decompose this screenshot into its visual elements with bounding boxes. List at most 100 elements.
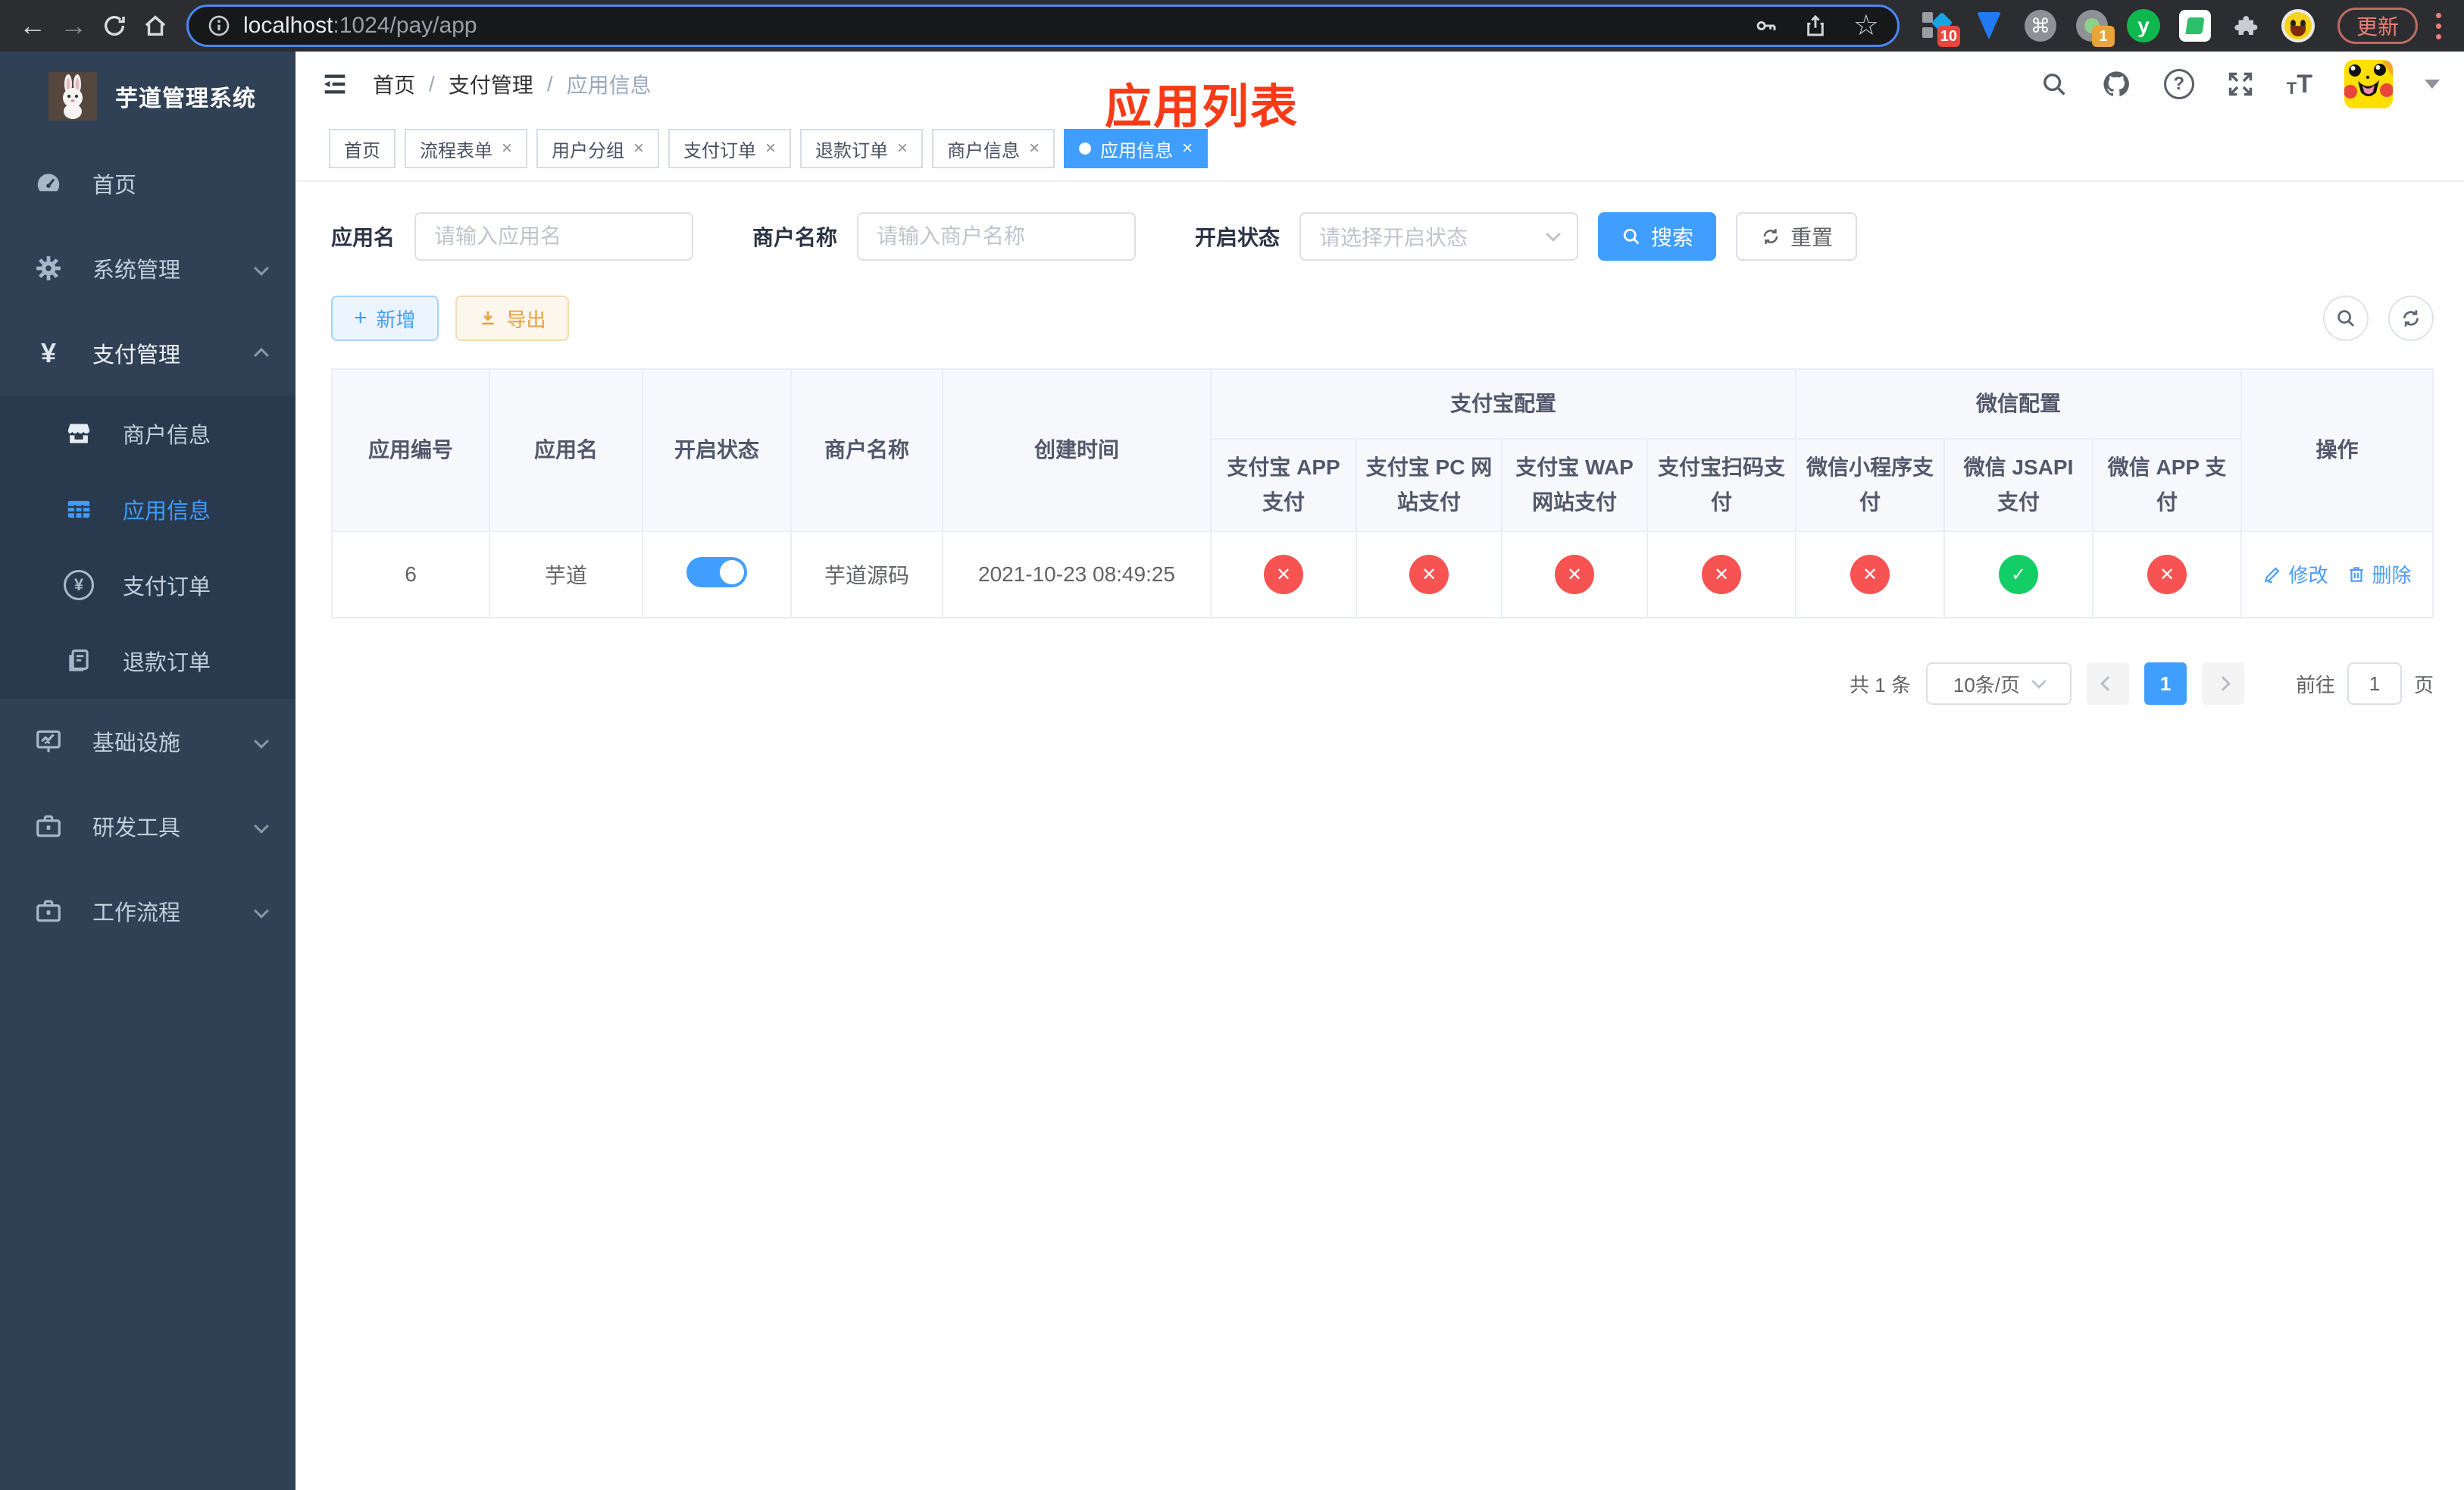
refresh-button[interactable] bbox=[2388, 296, 2434, 341]
key-icon[interactable] bbox=[1753, 14, 1778, 38]
current-page-button[interactable]: 1 bbox=[2143, 662, 2187, 706]
sidebar-item-payment-order[interactable]: ¥ 支付订单 bbox=[0, 547, 295, 623]
extension-y-icon[interactable]: y bbox=[2126, 9, 2160, 42]
tab-refund-order[interactable]: 退款订单 × bbox=[800, 129, 924, 168]
breadcrumb-payment[interactable]: 支付管理 bbox=[449, 69, 533, 99]
cell-app-name: 芋道 bbox=[489, 531, 643, 619]
channel-status-icon: ✓ bbox=[1999, 555, 2039, 595]
chevron-down-icon bbox=[254, 261, 269, 276]
extension-recorder-icon[interactable]: 1 bbox=[2075, 9, 2115, 47]
browser-menu-icon[interactable] bbox=[2425, 12, 2452, 39]
breadcrumb-current: 应用信息 bbox=[566, 74, 652, 97]
tab-merchant-info[interactable]: 商户信息 × bbox=[932, 129, 1055, 168]
sidebar-collapse-icon[interactable] bbox=[320, 69, 350, 99]
group-alipay-config: 支付宝配置 bbox=[1209, 368, 1797, 440]
tab-home[interactable]: 首页 bbox=[329, 129, 396, 168]
cell-created: 2021-10-23 08:49:25 bbox=[942, 531, 1212, 619]
merchant-name-input[interactable] bbox=[857, 212, 1137, 261]
header-search-icon[interactable] bbox=[2040, 70, 2068, 99]
goto-page-input[interactable] bbox=[2347, 662, 2402, 706]
bookmark-star-icon[interactable]: ☆ bbox=[1853, 11, 1879, 40]
sidebar-item-system[interactable]: 系统管理 bbox=[0, 226, 295, 311]
dashboard-icon bbox=[32, 169, 65, 198]
monitor-chart-icon bbox=[32, 727, 65, 756]
export-button[interactable]: 导出 bbox=[455, 296, 569, 341]
goto-label: 前往 bbox=[2295, 673, 2335, 696]
reset-button[interactable]: 重置 bbox=[1736, 212, 1858, 261]
edit-link[interactable]: 修改 bbox=[2262, 560, 2328, 588]
browser-home-icon[interactable] bbox=[135, 5, 176, 46]
chevron-down-icon bbox=[2031, 674, 2047, 690]
close-icon[interactable]: × bbox=[502, 139, 512, 158]
sidebar-item-refund-order[interactable]: 退款订单 bbox=[0, 623, 295, 699]
sidebar-item-home[interactable]: 首页 bbox=[0, 141, 295, 226]
fullscreen-icon[interactable] bbox=[2226, 70, 2255, 99]
pagination: 共 1 条 10条/页 1 前往 页 bbox=[331, 662, 2434, 706]
site-info-icon[interactable] bbox=[207, 14, 231, 38]
breadcrumb: 首页 / 支付管理 / 应用信息 bbox=[373, 69, 652, 99]
close-icon[interactable]: × bbox=[897, 139, 908, 158]
github-icon[interactable] bbox=[2100, 68, 2132, 100]
breadcrumb-home[interactable]: 首页 bbox=[373, 69, 415, 99]
yen-icon: ¥ bbox=[40, 337, 57, 368]
prev-page-button[interactable] bbox=[2086, 662, 2129, 706]
chevron-down-icon bbox=[1546, 227, 1561, 242]
next-page-button[interactable] bbox=[2201, 662, 2244, 706]
extension-chat-icon[interactable] bbox=[2178, 9, 2212, 42]
col-app-name: 应用名 bbox=[489, 368, 643, 533]
font-size-icon[interactable]: TT bbox=[2287, 71, 2312, 97]
tab-process-form[interactable]: 流程表单 × bbox=[405, 129, 528, 168]
sidebar-item-infrastructure[interactable]: 基础设施 bbox=[0, 699, 295, 784]
filter-label-app-name: 应用名 bbox=[331, 226, 396, 249]
browser-update-button[interactable]: 更新 bbox=[2337, 8, 2418, 44]
extension-gem-icon[interactable] bbox=[1972, 9, 2006, 42]
tab-user-group[interactable]: 用户分组 × bbox=[536, 129, 660, 168]
col-wx-app: 微信 APP 支付 bbox=[2092, 437, 2243, 533]
gear-icon bbox=[32, 254, 65, 283]
avatar-caret-icon[interactable] bbox=[2425, 80, 2440, 89]
sidebar-item-workflow[interactable]: 工作流程 bbox=[0, 869, 295, 953]
sidebar-item-dev-tools[interactable]: 研发工具 bbox=[0, 784, 295, 869]
search-button[interactable]: 搜索 bbox=[1598, 212, 1717, 261]
cell-app-id: 6 bbox=[331, 531, 490, 619]
browser-back-icon[interactable]: ← bbox=[12, 5, 53, 46]
app-name-input[interactable] bbox=[414, 212, 694, 261]
show-search-toggle-button[interactable] bbox=[2323, 296, 2369, 341]
extension-sketch-icon[interactable]: 10 bbox=[1921, 9, 1960, 47]
extensions-puzzle-icon[interactable] bbox=[2230, 9, 2263, 42]
browser-forward-icon[interactable]: → bbox=[53, 5, 94, 46]
table-grid-icon bbox=[62, 495, 95, 524]
col-actions: 操作 bbox=[2240, 368, 2434, 533]
extension-emoji-icon[interactable] bbox=[2281, 9, 2315, 42]
yen-circle-icon: ¥ bbox=[62, 570, 95, 600]
share-icon[interactable] bbox=[1803, 14, 1828, 38]
sidebar-item-merchant-info[interactable]: 商户信息 bbox=[0, 396, 295, 471]
extensions-tray: 10 ⌘ 1 y bbox=[1910, 9, 2325, 47]
sidebar-item-payment[interactable]: ¥ 支付管理 bbox=[0, 311, 295, 396]
sidebar-logo[interactable]: 芋道管理系统 bbox=[0, 52, 295, 141]
col-merchant: 商户名称 bbox=[790, 368, 943, 533]
delete-link[interactable]: 删除 bbox=[2347, 560, 2412, 588]
status-toggle[interactable] bbox=[686, 556, 747, 587]
tab-payment-order[interactable]: 支付订单 × bbox=[668, 129, 792, 168]
close-icon[interactable]: × bbox=[1182, 139, 1193, 158]
sidebar-item-app-info[interactable]: 应用信息 bbox=[0, 471, 295, 547]
col-app-id: 应用编号 bbox=[331, 368, 490, 533]
close-icon[interactable]: × bbox=[1029, 139, 1040, 158]
extension-command-icon[interactable]: ⌘ bbox=[2024, 9, 2057, 42]
add-button[interactable]: + 新增 bbox=[331, 296, 439, 341]
top-navbar: 首页 / 支付管理 / 应用信息 ? TT bbox=[295, 52, 2464, 117]
close-icon[interactable]: × bbox=[765, 139, 776, 158]
chevron-down-icon bbox=[254, 734, 269, 749]
cell-merchant: 芋道源码 bbox=[790, 531, 943, 619]
page-size-select[interactable]: 10条/页 bbox=[1925, 662, 2072, 706]
col-created: 创建时间 bbox=[942, 368, 1212, 533]
user-avatar[interactable] bbox=[2344, 60, 2393, 108]
status-select[interactable]: 请选择开启状态 bbox=[1299, 212, 1579, 261]
close-icon[interactable]: × bbox=[633, 139, 644, 158]
tags-view: 首页 流程表单 × 用户分组 × 支付订单 × 退款订单 × 商户信息 × 应用信息 × bbox=[295, 117, 2464, 182]
url-bar[interactable]: localhost:1024/pay/app ☆ bbox=[186, 5, 1900, 47]
browser-reload-icon[interactable] bbox=[94, 5, 135, 46]
help-icon[interactable]: ? bbox=[2163, 69, 2194, 99]
chevron-left-icon bbox=[2100, 676, 2115, 692]
